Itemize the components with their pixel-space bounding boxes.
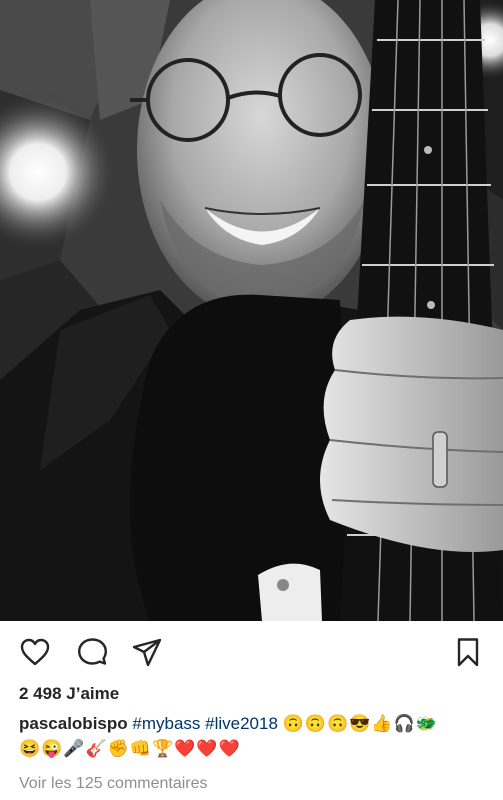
heart-icon (20, 638, 50, 666)
photo-illustration (0, 0, 503, 621)
caption-username[interactable]: pascalobispo (19, 714, 128, 733)
hashtag-live2018[interactable]: #live2018 (205, 714, 278, 733)
share-button[interactable] (131, 636, 163, 668)
caption-emojis-line1: 🙃🙃🙃😎👍🎧🐲 (282, 714, 438, 733)
view-comments-link[interactable]: Voir les 125 commentaires (19, 775, 208, 793)
bookmark-icon (457, 638, 479, 667)
post-caption: pascalobispo #mybass #live2018 🙃🙃🙃😎👍🎧🐲 😆… (19, 711, 489, 761)
comment-icon (78, 638, 107, 665)
instagram-post: 2 498 J’aime pascalobispo #mybass #live2… (0, 0, 503, 800)
like-button[interactable] (19, 636, 51, 668)
comment-button[interactable] (76, 636, 108, 668)
caption-emojis-line2: 😆😜🎤🎸✊👊🏆❤️❤️❤️ (19, 739, 241, 758)
post-photo[interactable] (0, 0, 503, 621)
action-bar (0, 621, 503, 681)
paper-plane-icon (132, 638, 162, 667)
save-button[interactable] (452, 636, 484, 668)
hashtag-mybass[interactable]: #mybass (132, 714, 200, 733)
likes-count[interactable]: 2 498 J’aime (19, 684, 119, 704)
